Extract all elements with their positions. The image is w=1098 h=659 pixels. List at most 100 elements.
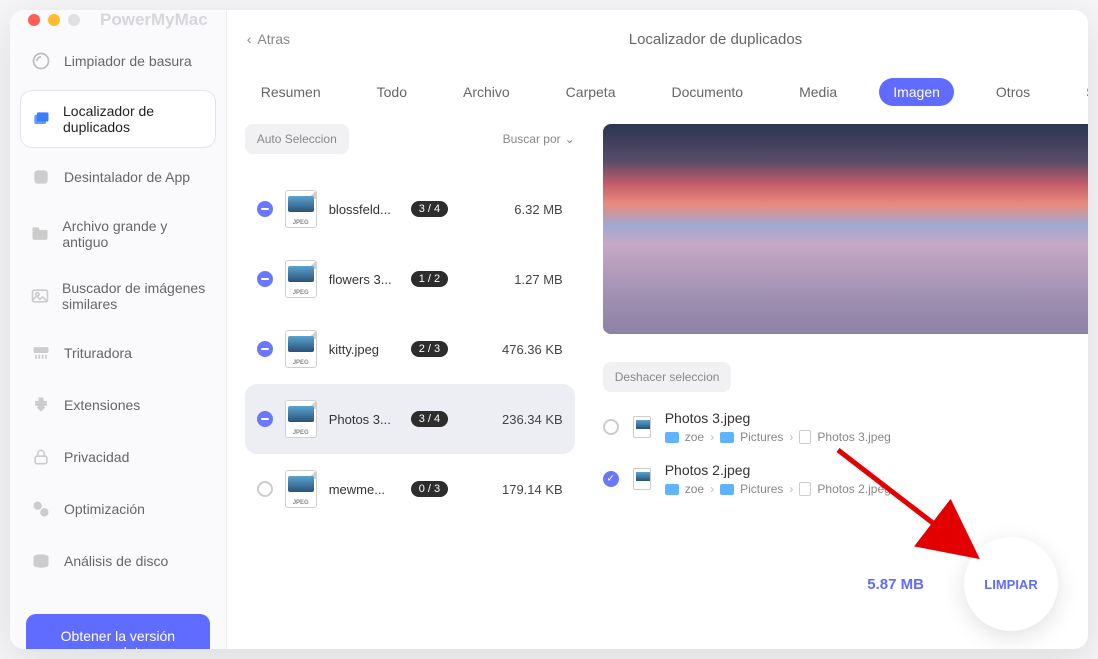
- sidebar-item-shredder[interactable]: Trituradora: [20, 330, 216, 376]
- jpeg-file-icon: [633, 468, 651, 490]
- page-title: Localizador de duplicados: [629, 31, 802, 48]
- selection-count-badge: 1 / 2: [411, 271, 448, 287]
- minimize-window-icon[interactable]: [48, 14, 60, 26]
- instance-select-radio[interactable]: [603, 419, 619, 435]
- duplicate-finder-icon: [31, 108, 51, 130]
- back-button[interactable]: ‹ Atras: [247, 31, 290, 47]
- folder-icon: [720, 432, 734, 443]
- group-select-radio[interactable]: [257, 481, 273, 497]
- tab-image[interactable]: Imagen: [879, 78, 954, 106]
- file-group-row[interactable]: JPEG mewme... 0 / 3 179.14 KB: [245, 454, 575, 524]
- clean-button[interactable]: LIMPIAR: [964, 537, 1058, 631]
- total-size-label: 5.87 MB: [867, 576, 924, 593]
- tab-all[interactable]: Todo: [363, 78, 421, 106]
- groups-toolbar: Auto Seleccion Buscar por⌄: [245, 124, 575, 154]
- file-size: 236.34 KB: [487, 412, 563, 427]
- file-name: mewme...: [329, 482, 399, 497]
- sidebar-item-label: Archivo grande y antiguo: [62, 218, 205, 250]
- selection-count-badge: 2 / 3: [411, 341, 448, 357]
- crumb-segment: zoe: [685, 482, 704, 496]
- sidebar-item-junk-cleaner[interactable]: Limpiador de basura: [20, 38, 216, 84]
- brand-label: PowerMyMac: [100, 10, 208, 30]
- app-uninstaller-icon: [30, 166, 52, 188]
- sidebar-item-app-uninstaller[interactable]: Desintalador de App: [20, 154, 216, 200]
- instance-select-radio[interactable]: [603, 471, 619, 487]
- crumb-segment: Photos 2.jpeg: [817, 482, 890, 496]
- main-area: ‹ Atras Localizador de duplicados ? Resu…: [227, 10, 1088, 649]
- detail-toolbar: Deshacer seleccion Buscar por⌄: [603, 362, 1088, 392]
- tab-document[interactable]: Documento: [657, 78, 757, 106]
- chevron-right-icon: ›: [710, 430, 714, 444]
- close-window-icon[interactable]: [28, 14, 40, 26]
- file-size: 179.14 KB: [487, 482, 563, 497]
- sidebar-item-large-old-files[interactable]: Archivo grande y antiguo: [20, 206, 216, 262]
- file-group-row[interactable]: JPEG kitty.jpeg 2 / 3 476.36 KB: [245, 314, 575, 384]
- file-name: blossfeld...: [329, 202, 399, 217]
- auto-select-button[interactable]: Auto Seleccion: [245, 124, 349, 154]
- get-full-version-button[interactable]: Obtener la versión completa: [26, 614, 210, 649]
- sidebar-item-disk-analysis[interactable]: Análisis de disco: [20, 538, 216, 584]
- sidebar-item-duplicate-finder[interactable]: Localizador de duplicados: [20, 90, 216, 148]
- sidebar: PowerMyMac Limpiador de basura Localizad…: [10, 10, 227, 649]
- file-icon: [799, 482, 811, 496]
- file-group-row[interactable]: JPEG Photos 3... 3 / 4 236.34 KB: [245, 384, 575, 454]
- sidebar-item-label: Desintalador de App: [64, 169, 190, 185]
- group-select-radio[interactable]: [257, 341, 273, 357]
- sidebar-item-label: Trituradora: [64, 345, 132, 361]
- folder-icon: [665, 484, 679, 495]
- crumb-segment: zoe: [685, 430, 704, 444]
- similar-images-icon: [30, 285, 50, 307]
- sidebar-item-label: Privacidad: [64, 449, 129, 465]
- group-select-radio[interactable]: [257, 201, 273, 217]
- selection-count-badge: 3 / 4: [411, 411, 448, 427]
- tab-summary[interactable]: Resumen: [247, 78, 335, 106]
- file-size: 6.32 MB: [487, 202, 563, 217]
- sidebar-item-privacy[interactable]: Privacidad: [20, 434, 216, 480]
- jpeg-file-icon: JPEG: [285, 400, 317, 438]
- duplicate-instance-row[interactable]: Photos 2.jpeg zoe›Pictures›Photos 2.jpeg…: [603, 462, 1088, 496]
- file-name: Photos 3...: [329, 412, 399, 427]
- jpeg-file-icon: JPEG: [285, 330, 317, 368]
- undo-selection-button[interactable]: Deshacer seleccion: [603, 362, 732, 392]
- sidebar-item-label: Optimización: [64, 501, 145, 517]
- tab-others[interactable]: Otros: [982, 78, 1044, 106]
- group-select-radio[interactable]: [257, 411, 273, 427]
- sidebar-item-extensions[interactable]: Extensiones: [20, 382, 216, 428]
- sidebar-item-optimization[interactable]: Optimización: [20, 486, 216, 532]
- search-by-dropdown[interactable]: Buscar por⌄: [503, 132, 575, 146]
- maximize-window-icon[interactable]: [68, 14, 80, 26]
- duplicate-groups-pane: Auto Seleccion Buscar por⌄ JPEG blossfel…: [245, 124, 575, 631]
- instance-filename: Photos 3.jpeg: [665, 410, 1075, 426]
- optimization-icon: [30, 498, 52, 520]
- chevron-left-icon: ‹: [247, 31, 252, 47]
- crumb-segment: Photos 3.jpeg: [817, 430, 890, 444]
- tab-archive[interactable]: Archivo: [449, 78, 524, 106]
- duplicate-groups-list: JPEG blossfeld... 3 / 4 6.32 MB JPEG flo…: [245, 174, 575, 524]
- tab-media[interactable]: Media: [785, 78, 851, 106]
- back-label: Atras: [257, 31, 290, 47]
- sidebar-item-similar-images[interactable]: Buscador de imágenes similares: [20, 268, 216, 324]
- instance-filename: Photos 2.jpeg: [665, 462, 1075, 478]
- window-traffic-lights[interactable]: [28, 14, 80, 26]
- image-preview: [603, 124, 1088, 334]
- file-size: 1.27 MB: [487, 272, 563, 287]
- group-select-radio[interactable]: [257, 271, 273, 287]
- junk-cleaner-icon: [30, 50, 52, 72]
- titlebar: PowerMyMac: [10, 10, 226, 30]
- tab-selected[interactable]: Seleccionado: [1072, 78, 1088, 106]
- instance-info: Photos 2.jpeg zoe›Pictures›Photos 2.jpeg: [665, 462, 1075, 496]
- crumb-segment: Pictures: [740, 430, 783, 444]
- sidebar-item-label: Localizador de duplicados: [63, 103, 205, 135]
- tab-folder[interactable]: Carpeta: [552, 78, 630, 106]
- file-group-row[interactable]: JPEG blossfeld... 3 / 4 6.32 MB: [245, 174, 575, 244]
- jpeg-file-icon: JPEG: [285, 470, 317, 508]
- file-group-row[interactable]: JPEG flowers 3... 1 / 2 1.27 MB: [245, 244, 575, 314]
- chevron-right-icon: ›: [710, 482, 714, 496]
- crumb-segment: Pictures: [740, 482, 783, 496]
- jpeg-file-icon: JPEG: [285, 190, 317, 228]
- sidebar-nav: Limpiador de basura Localizador de dupli…: [10, 30, 226, 598]
- jpeg-file-icon: [633, 416, 651, 438]
- file-name: kitty.jpeg: [329, 342, 399, 357]
- disk-icon: [30, 550, 52, 572]
- duplicate-instance-row[interactable]: Photos 3.jpeg zoe›Pictures›Photos 3.jpeg…: [603, 410, 1088, 444]
